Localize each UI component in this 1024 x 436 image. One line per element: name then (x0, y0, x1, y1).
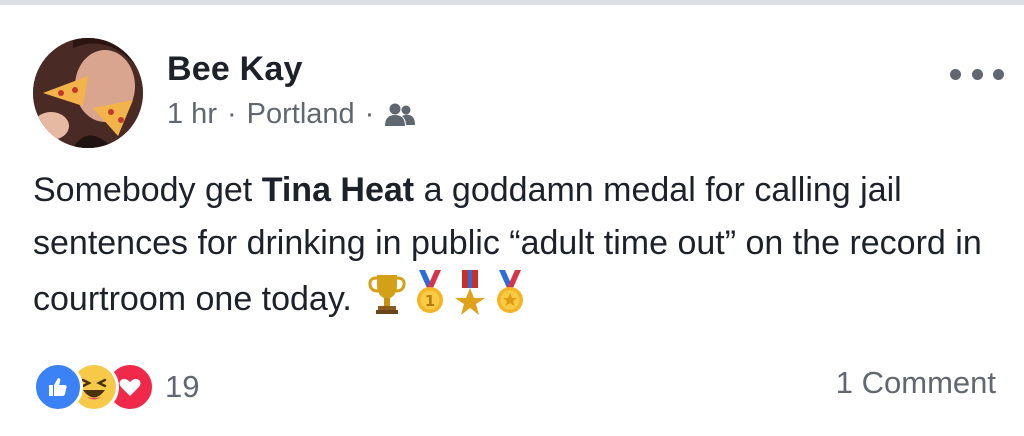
avatar-image (33, 38, 143, 148)
more-dot (950, 68, 961, 80)
meta-separator: · (226, 98, 237, 130)
like-icon (33, 362, 83, 412)
more-options-button[interactable] (950, 60, 1004, 88)
comments-count-link[interactable]: 1 Comment (836, 365, 996, 401)
military-medal-icon (453, 270, 487, 332)
avatar[interactable] (33, 38, 143, 148)
svg-text:1: 1 (425, 292, 435, 310)
more-dot (993, 68, 1004, 80)
first-place-medal-icon: 1 (413, 270, 447, 332)
trophy-icon (367, 271, 407, 331)
mention-link[interactable]: Tina Heat (262, 171, 414, 209)
meta-separator: · (364, 98, 375, 130)
more-dot (971, 68, 983, 80)
post-location[interactable]: Portland (247, 98, 355, 131)
post-time[interactable]: 1 hr (167, 98, 217, 131)
reaction-count[interactable]: 19 (165, 369, 199, 405)
sports-medal-icon (493, 270, 527, 332)
author-name[interactable]: Bee Kay (167, 50, 303, 89)
reactions-summary[interactable]: 19 (33, 362, 199, 412)
top-divider (0, 0, 1024, 5)
friends-icon[interactable] (384, 102, 416, 128)
post-meta: 1 hr · Portland · (167, 98, 416, 131)
post-text-start: Somebody get (33, 171, 262, 209)
post-text: Somebody get Tina Heat a goddamn medal f… (33, 164, 1008, 332)
